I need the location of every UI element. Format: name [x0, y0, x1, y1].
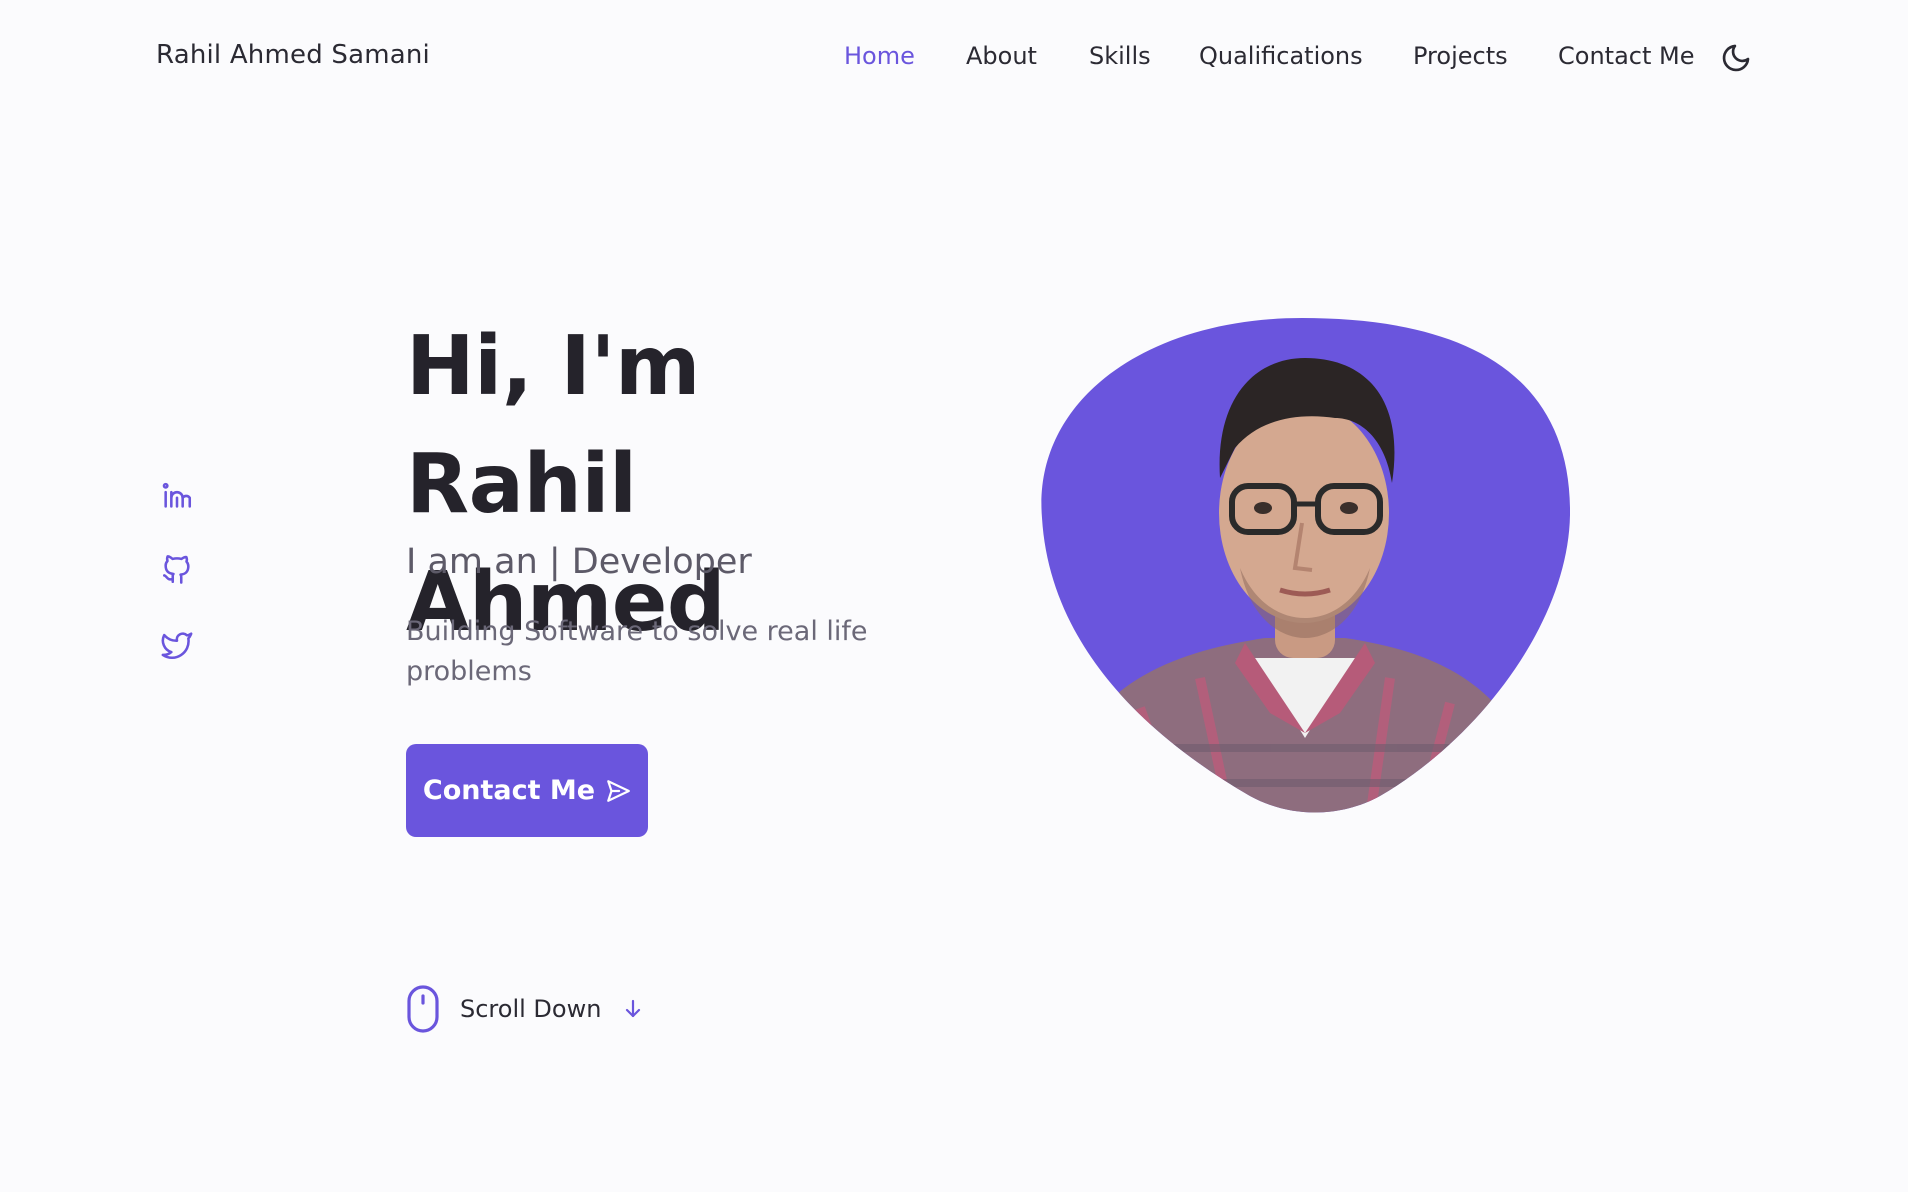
- twitter-icon: [161, 632, 193, 660]
- nav-item-qualifications[interactable]: Qualifications: [1199, 42, 1363, 70]
- scroll-down-link[interactable]: Scroll Down: [406, 984, 645, 1034]
- profile-blob: [1041, 318, 1570, 813]
- nav-item-projects[interactable]: Projects: [1413, 42, 1508, 70]
- twitter-link[interactable]: [160, 628, 196, 664]
- hero-description: Building Software to solve real life pro…: [406, 616, 868, 687]
- github-link[interactable]: [160, 552, 196, 588]
- scroll-down-label: Scroll Down: [460, 995, 602, 1023]
- send-icon: [607, 779, 631, 802]
- nav-item-home[interactable]: Home: [844, 42, 915, 70]
- github-icon: [162, 555, 190, 584]
- nav-item-contact[interactable]: Contact Me: [1558, 42, 1694, 70]
- hero-title-line1: Hi, I'm Rahil: [406, 319, 701, 532]
- contact-me-button[interactable]: Contact Me: [406, 744, 648, 837]
- site-header: Rahil Ahmed Samani Home About Skills Qua…: [0, 0, 1908, 118]
- linkedin-link[interactable]: [160, 478, 196, 514]
- hero-title: Hi, I'm Rahil Ahmed: [406, 308, 926, 662]
- moon-icon: [1722, 44, 1750, 72]
- contact-me-label: Contact Me: [422, 775, 596, 806]
- mouse-icon: [407, 985, 439, 1033]
- hero-portrait: [1040, 318, 1570, 813]
- nav-item-skills[interactable]: Skills: [1089, 42, 1151, 70]
- arrow-down-icon: [626, 999, 641, 1018]
- hero-subtitle: I am an | Developer: [406, 542, 752, 582]
- main-nav: Home About Skills Qualifications Project…: [0, 42, 1908, 78]
- theme-toggle-button[interactable]: [1720, 42, 1752, 74]
- nav-item-about[interactable]: About: [966, 42, 1037, 70]
- linkedin-icon: [162, 482, 192, 508]
